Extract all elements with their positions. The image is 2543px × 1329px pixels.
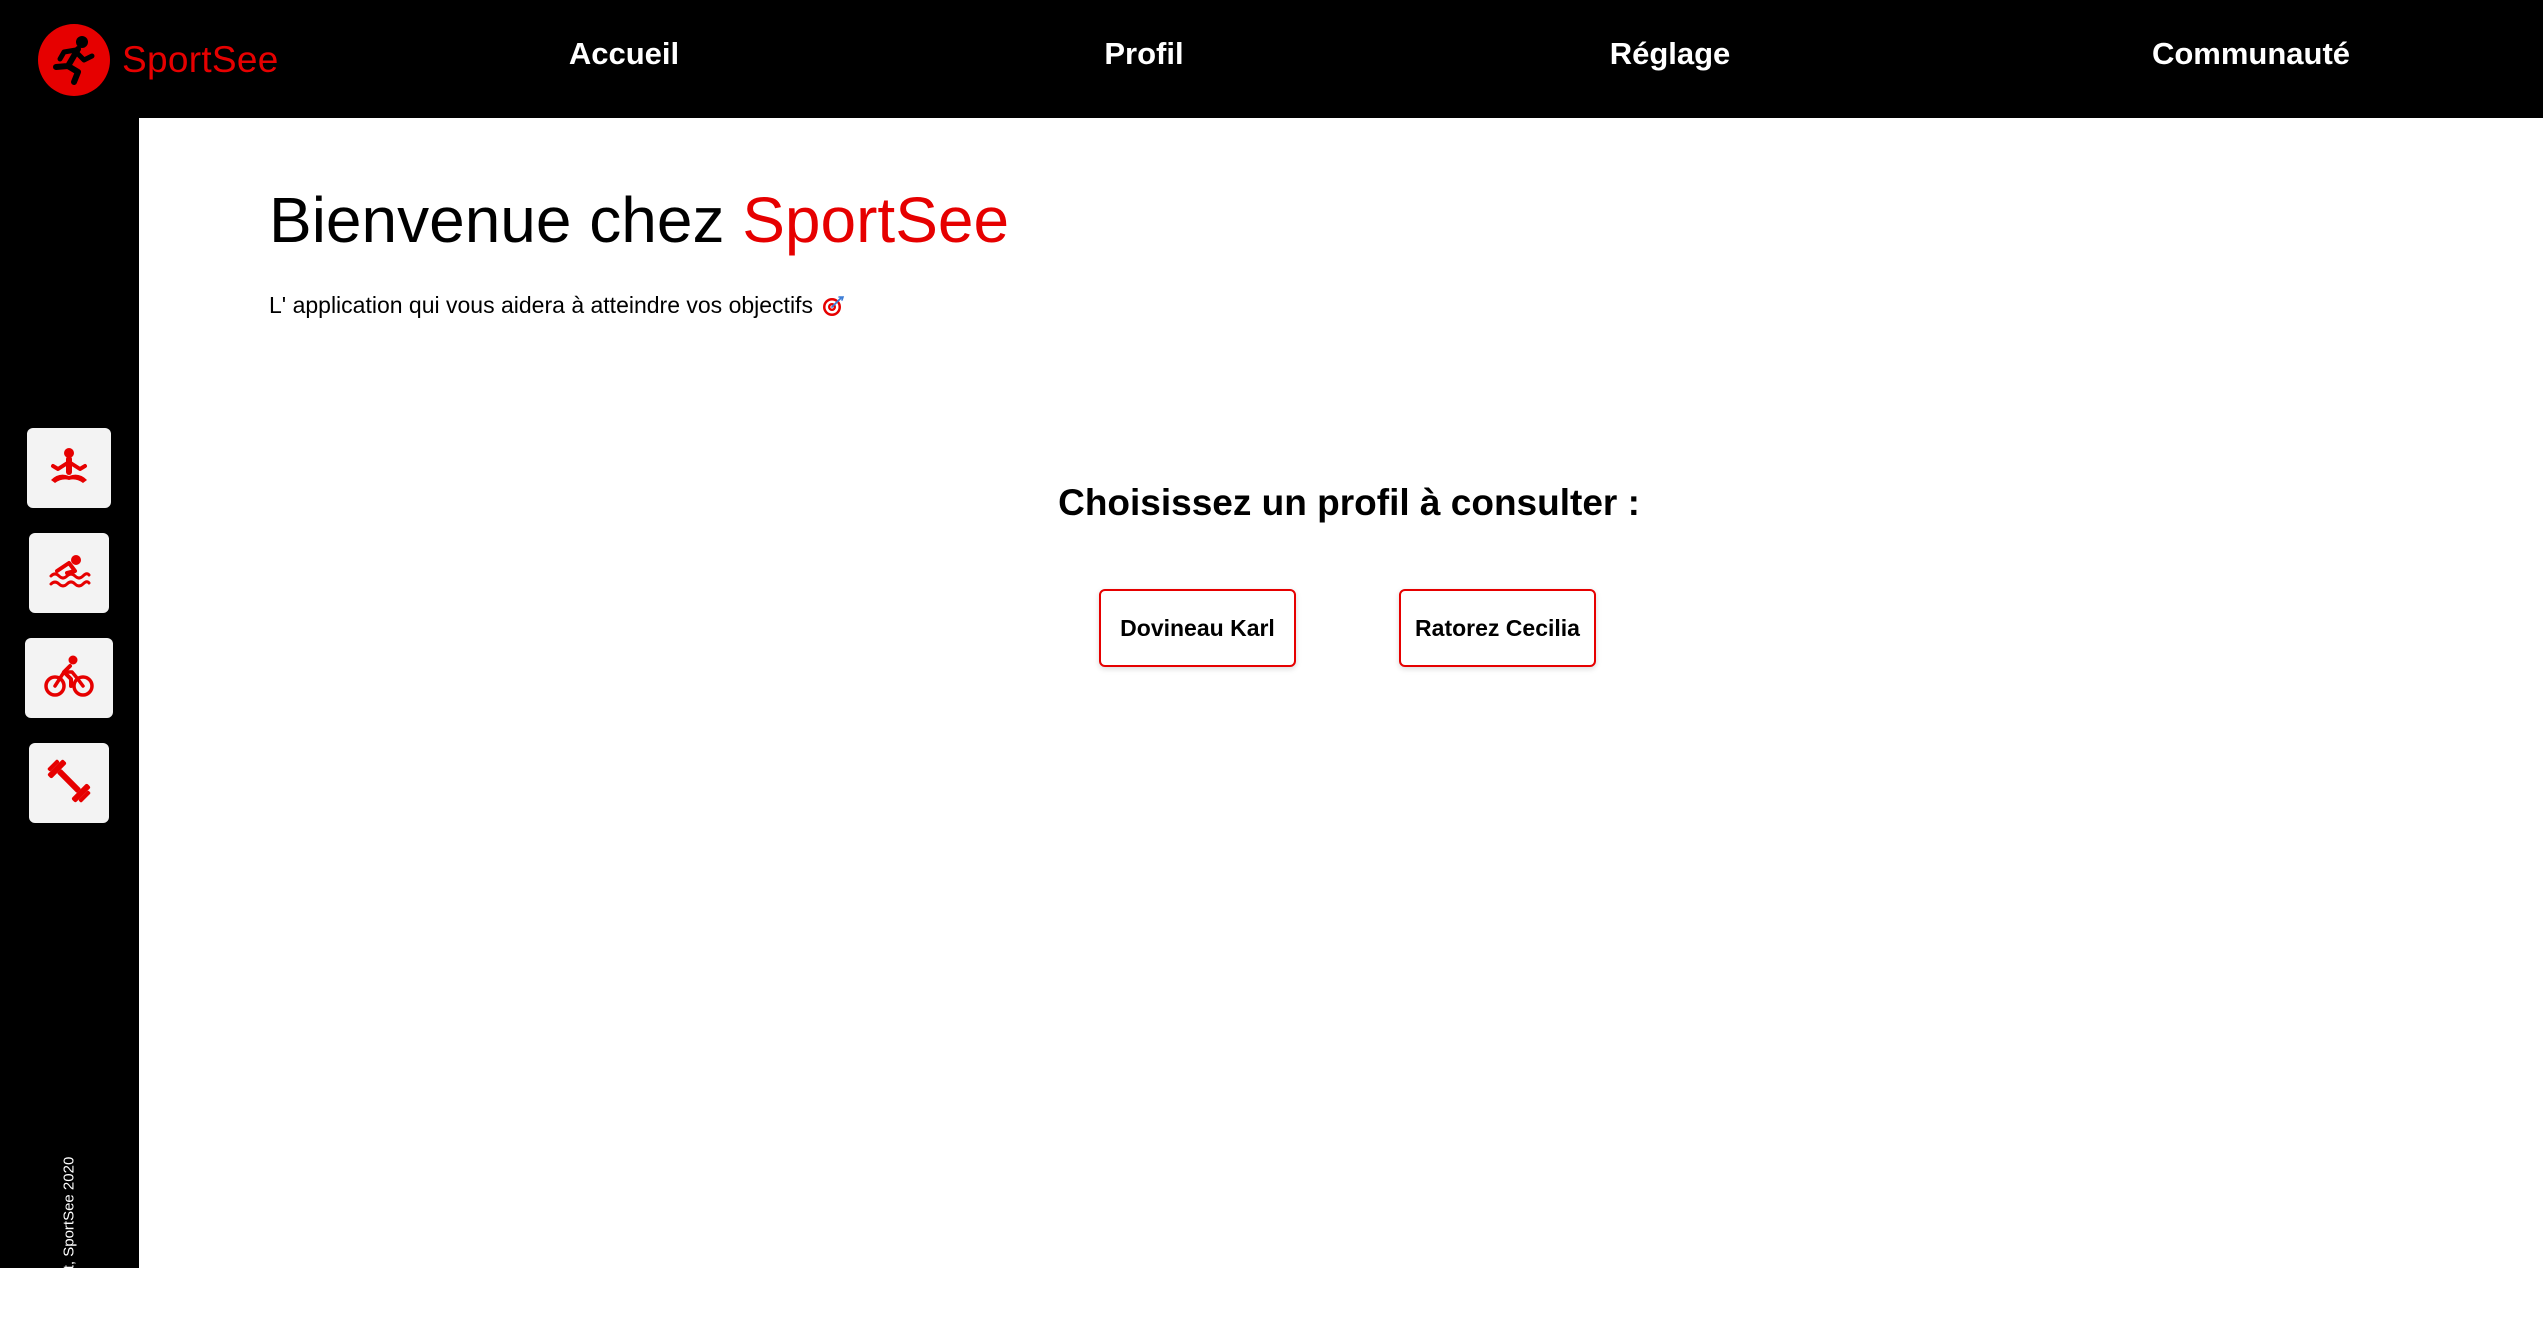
title-brand: SportSee	[742, 184, 1010, 256]
sidebar-item-weights[interactable]	[29, 743, 109, 823]
cycling-icon	[44, 652, 94, 705]
top-navbar: SportSee Accueil Profil Réglage Communau…	[0, 0, 2543, 118]
profile-button-cecilia[interactable]: Ratorez Cecilia	[1399, 589, 1596, 667]
sidebar-item-swimming[interactable]	[29, 533, 109, 613]
profile-button-karl[interactable]: Dovineau Karl	[1099, 589, 1296, 667]
target-icon	[821, 294, 845, 318]
logo-text: SportSee	[122, 39, 279, 80]
nav-reglage[interactable]: Réglage	[1610, 36, 1731, 72]
swimming-icon	[45, 547, 93, 600]
sidebar: Copyright, SportSee 2020	[0, 118, 139, 1329]
sidebar-item-cycling[interactable]	[25, 638, 113, 718]
nav-accueil[interactable]: Accueil	[569, 36, 679, 72]
page-title: Bienvenue chez SportSee	[269, 183, 1009, 257]
runner-icon	[38, 24, 110, 96]
copyright-text: Copyright, SportSee 2020	[60, 1156, 78, 1329]
subtitle-text: L' application qui vous aidera à atteind…	[269, 292, 813, 318]
logo[interactable]: SportSee	[38, 22, 279, 98]
page-subtitle: L' application qui vous aidera à atteind…	[269, 292, 845, 319]
title-prefix: Bienvenue chez	[269, 184, 743, 256]
nav-communaute[interactable]: Communauté	[2152, 36, 2350, 72]
choose-profile-heading: Choisissez un profil à consulter :	[1058, 482, 1640, 523]
dumbbell-icon	[45, 757, 93, 810]
nav-profil[interactable]: Profil	[1104, 36, 1183, 72]
sidebar-item-yoga[interactable]	[27, 428, 111, 508]
yoga-icon	[45, 442, 93, 495]
main-content: Bienvenue chez SportSee L' application q…	[139, 118, 2543, 1268]
